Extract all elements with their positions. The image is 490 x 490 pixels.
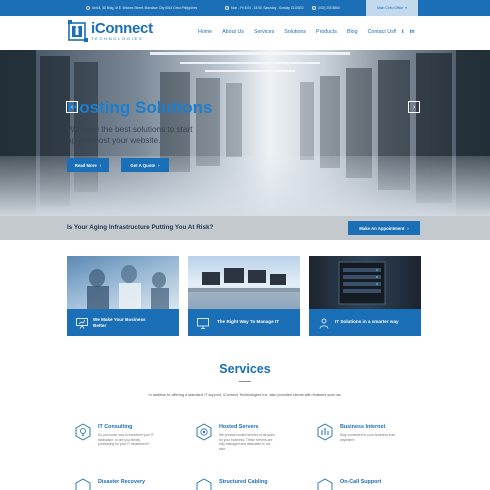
site-header: iConnect TECHNOLOGIES Home About Us Serv… [0, 16, 490, 50]
linkedin-icon[interactable]: in [410, 29, 415, 35]
feature-card-business[interactable]: We Make Your Business Better [67, 256, 179, 336]
chevron-right-icon: › [158, 162, 160, 168]
server-rack-image [309, 256, 421, 309]
hours-info: Mon - Fri 8:00 - 18:00, Saturday - Sunda… [225, 6, 304, 10]
service-structured-cabling[interactable]: Structured Cabling [195, 478, 285, 490]
make-appointment-button[interactable]: Make An Appointment › [348, 221, 420, 235]
social-links: f t in [394, 29, 415, 35]
presentation-icon [76, 316, 88, 329]
service-hosted-servers[interactable]: Hosted Servers We provide hosted servers… [195, 423, 285, 473]
nav-products[interactable]: Products [316, 29, 337, 35]
location-icon [86, 6, 90, 10]
service-it-consulting[interactable]: IT Consulting Do you know how to transfo… [74, 423, 164, 473]
site-logo[interactable]: iConnect TECHNOLOGIES [68, 20, 153, 42]
hours-text: Mon - Fri 8:00 - 18:00, Saturday - Sunda… [231, 6, 304, 10]
service-title: Disaster Recovery [98, 479, 146, 485]
phone-info[interactable]: (032) 255 8863 [312, 6, 340, 10]
top-info-bar: Unit 8, 3D Bldg, M.E. Briones Street, Ma… [0, 0, 490, 16]
slider-prev-arrow-icon[interactable]: ‹ [66, 101, 78, 113]
chevron-down-icon: ▾ [405, 6, 407, 10]
card-label-line-1: IT Solutions in a smarter way [335, 319, 399, 324]
monitor-icon [197, 316, 209, 329]
headset-icon [317, 478, 333, 490]
get-a-quote-label: Get A Quote [130, 162, 156, 168]
service-title: Structured Cabling [219, 479, 268, 485]
chevron-right-icon: › [407, 225, 409, 231]
service-desc: Do you know how to transform your IT lan… [98, 433, 154, 447]
main-office-dropdown[interactable]: Main Cebu Office ▾ [366, 0, 418, 16]
risk-question: Is Your Aging Infrastructure Putting You… [67, 224, 214, 231]
read-more-label: Read More [74, 162, 97, 168]
facebook-icon[interactable]: f [394, 29, 396, 35]
service-desc: Stay connected to your business from any… [340, 433, 396, 442]
main-nav: Home About Us Services Solutions Product… [198, 29, 404, 35]
phone-text[interactable]: (032) 255 8863 [318, 6, 340, 10]
service-title: On-Call Support [340, 479, 382, 485]
slider-next-arrow-icon[interactable]: › [408, 101, 420, 113]
cable-icon [196, 478, 212, 490]
nav-services[interactable]: Services [254, 29, 274, 35]
twitter-icon[interactable]: t [402, 29, 404, 35]
main-office-label: Main Cebu Office [377, 6, 404, 10]
read-more-button[interactable]: Read More › [67, 158, 109, 172]
card-label-line-2: Better [93, 323, 107, 328]
appointment-bar: Is Your Aging Infrastructure Putting You… [0, 216, 490, 240]
chevron-right-icon: › [99, 162, 102, 168]
service-title: Business Internet [340, 424, 386, 430]
nav-contact-us[interactable]: Contact Us [368, 29, 394, 35]
workstations-image [188, 256, 300, 309]
clock-icon [225, 6, 229, 10]
hero-slider: Hosting Solutions We have the best solut… [0, 50, 490, 216]
services-title: Services [219, 362, 271, 376]
target-icon [196, 423, 212, 441]
nav-solutions[interactable]: Solutions [284, 29, 306, 35]
feature-card-manage-it[interactable]: The Right Way To Manage IT [188, 256, 300, 336]
network-icon [317, 423, 333, 441]
services-intro: In addition to offering a standard IT su… [148, 393, 342, 397]
lightbulb-icon [75, 423, 91, 441]
service-disaster-recovery[interactable]: Disaster Recovery [74, 478, 164, 490]
address-text: Unit 8, 3D Bldg, M.E. Briones Street, Ma… [92, 6, 198, 10]
nav-about-us[interactable]: About Us [222, 29, 244, 35]
card-label-line-1: The Right Way To Manage IT [217, 319, 280, 324]
address-info: Unit 8, 3D Bldg, M.E. Briones Street, Ma… [86, 6, 197, 10]
people-tech-icon [318, 316, 330, 329]
service-desc: We provide hosted servers of all sizes f… [219, 433, 275, 451]
shield-icon [75, 478, 91, 490]
logo-brand: iConnect [91, 20, 153, 37]
nav-home[interactable]: Home [198, 29, 212, 35]
feature-card-it-solutions[interactable]: IT Solutions in a smarter way [309, 256, 421, 336]
business-team-image [67, 256, 179, 309]
services-divider [239, 381, 251, 382]
service-business-internet[interactable]: Business Internet Stay connected to your… [316, 423, 406, 473]
nav-blog[interactable]: Blog [347, 29, 358, 35]
logo-mark-icon [68, 20, 88, 42]
make-appointment-label: Make An Appointment [359, 225, 405, 231]
service-on-call-support[interactable]: On-Call Support [316, 478, 406, 490]
phone-icon [312, 6, 316, 10]
service-title: Hosted Servers [219, 424, 259, 430]
get-a-quote-button[interactable]: Get A Quote › [121, 158, 169, 172]
hero-title: Hosting Solutions [67, 98, 213, 117]
hero-subtitle: We have the best solutions to start up a… [67, 125, 193, 145]
service-title: IT Consulting [98, 424, 133, 430]
